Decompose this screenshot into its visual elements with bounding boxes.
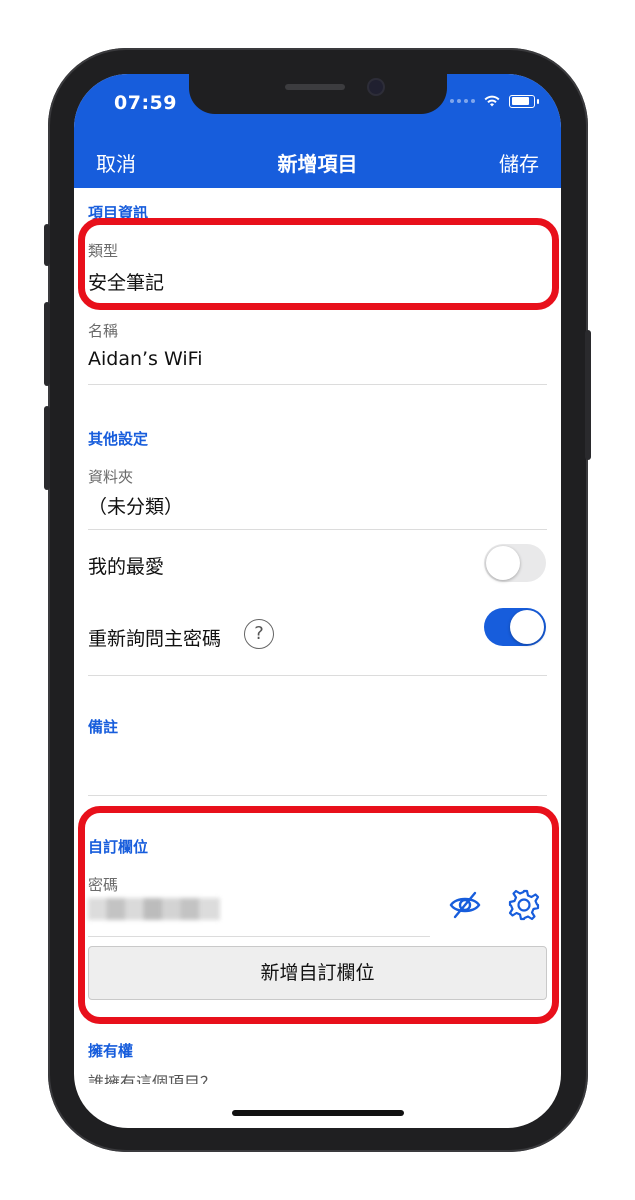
ownership-prompt: 誰擁有這個項目？ xyxy=(88,1074,217,1084)
favorite-toggle[interactable] xyxy=(484,544,546,582)
volume-down-button xyxy=(44,406,50,490)
type-field-highlight xyxy=(78,218,559,310)
folder-value: （未分類） xyxy=(88,496,184,518)
mute-switch xyxy=(44,224,50,266)
section-header-notes: 備註 xyxy=(88,718,119,736)
help-icon[interactable]: ? xyxy=(244,619,274,649)
notes-textarea[interactable] xyxy=(88,744,547,794)
reprompt-toggle[interactable] xyxy=(484,608,546,646)
divider xyxy=(88,675,547,676)
section-header-other-settings: 其他設定 xyxy=(88,430,149,448)
wifi-icon xyxy=(484,95,500,107)
name-input[interactable]: Aidan’s WiFi xyxy=(88,348,202,370)
reprompt-label: 重新詢問主密碼 xyxy=(88,628,222,650)
save-button[interactable]: 儲存 xyxy=(499,148,539,177)
cancel-button[interactable]: 取消 xyxy=(96,148,136,177)
front-camera xyxy=(369,80,383,94)
battery-icon xyxy=(509,94,539,108)
name-label: 名稱 xyxy=(88,322,119,340)
volume-up-button xyxy=(44,302,50,386)
status-indicators xyxy=(450,94,539,108)
status-time: 07:59 xyxy=(114,92,177,114)
power-button xyxy=(585,330,591,460)
home-indicator xyxy=(232,1110,404,1116)
folder-label: 資料夾 xyxy=(88,468,134,486)
custom-fields-highlight xyxy=(78,806,559,1024)
favorite-label: 我的最愛 xyxy=(88,556,165,578)
divider xyxy=(88,795,547,796)
cellular-signal-icon xyxy=(450,99,475,103)
divider xyxy=(88,529,547,530)
speaker-grille xyxy=(285,84,345,90)
section-header-ownership: 擁有權 xyxy=(88,1042,134,1060)
camera-notch xyxy=(189,74,447,114)
divider xyxy=(88,384,547,385)
app-header: 07:59 新增項目 取消 儲存 xyxy=(74,74,561,188)
page-title: 新增項目 xyxy=(277,152,358,176)
